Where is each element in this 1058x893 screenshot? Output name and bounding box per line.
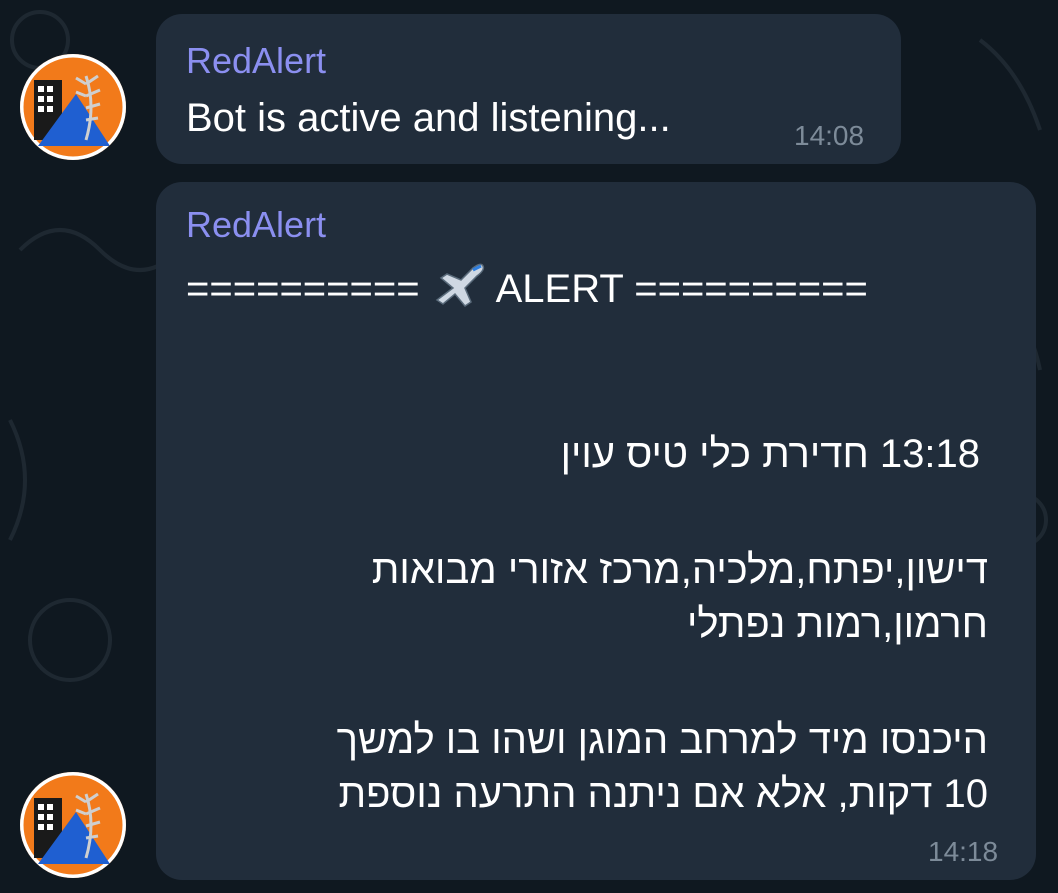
alert-header: ========== ALERT ========== bbox=[186, 260, 868, 312]
sender-name[interactable]: RedAlert bbox=[186, 204, 326, 246]
message-bubble[interactable]: RedAlert Bot is active and listening... … bbox=[156, 14, 901, 164]
alert-areas-line-2: חרמון,רמות נפתלי bbox=[686, 602, 988, 646]
alert-instructions-line-1: היכנסו מיד למרחב המוגן ושהו בו למשך bbox=[336, 718, 988, 762]
message-timestamp: 14:08 bbox=[794, 120, 865, 151]
home-front-command-logo-icon bbox=[20, 772, 126, 878]
message-bubble[interactable]: RedAlert ========== ALERT ========== 13:… bbox=[156, 182, 1036, 880]
message-text: Bot is active and listening... bbox=[186, 96, 671, 140]
sender-avatar[interactable] bbox=[20, 54, 126, 160]
alert-areas-line-1: דישון,יפתח,מלכיה,מרכז אזורי מבואות bbox=[371, 548, 988, 592]
sender-name[interactable]: RedAlert bbox=[186, 40, 326, 82]
airplane-icon bbox=[431, 260, 487, 307]
alert-title: 13:18 חדירת כלי טיס עוין bbox=[560, 432, 980, 476]
sender-avatar[interactable] bbox=[20, 772, 126, 878]
message-timestamp: 14:18 bbox=[928, 836, 999, 867]
alert-instructions-line-2: 10 דקות, אלא אם ניתנה התרעה נוספת bbox=[338, 772, 988, 816]
alert-header-left: ========== bbox=[186, 267, 420, 311]
home-front-command-logo-icon bbox=[20, 54, 126, 160]
alert-header-right: ALERT ========== bbox=[495, 267, 868, 311]
